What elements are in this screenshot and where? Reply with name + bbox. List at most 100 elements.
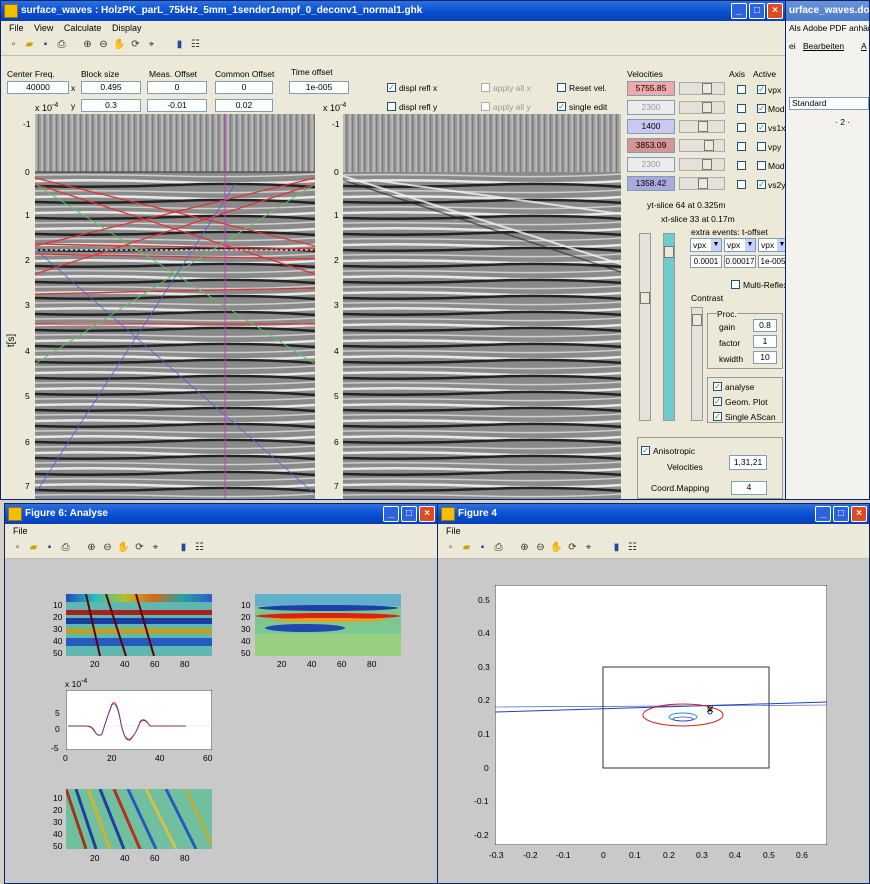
maximize-button[interactable]: □ — [401, 506, 417, 522]
maximize-button[interactable]: □ — [833, 506, 849, 522]
velocity-slider[interactable] — [679, 101, 725, 114]
velocity-slider[interactable] — [679, 139, 725, 152]
slider-thumb[interactable] — [664, 246, 674, 258]
axis-checkbox[interactable] — [737, 104, 746, 113]
displ-refl-y-checkbox[interactable] — [387, 102, 396, 111]
open-folder-icon[interactable]: ▰ — [23, 38, 36, 51]
menu-file[interactable]: File — [13, 526, 28, 536]
zoom-in-icon[interactable]: ⊕ — [81, 38, 94, 51]
analyse-checkbox[interactable]: ✓ — [713, 382, 722, 391]
single-ascan-checkbox[interactable]: ✓ — [713, 412, 722, 421]
menu-file[interactable]: File — [446, 526, 461, 536]
axis-checkbox[interactable] — [737, 161, 746, 170]
figure4-titlebar[interactable]: Figure 4 _ □ × — [438, 504, 869, 524]
active-checkbox[interactable]: ✓ — [757, 104, 766, 113]
extra-event-select-1[interactable]: vpx ▼ — [690, 238, 722, 252]
menu-calculate[interactable]: Calculate — [64, 23, 102, 33]
factor-input[interactable]: 1 — [753, 335, 777, 348]
menu-a[interactable]: A — [861, 41, 867, 51]
anisotropic-checkbox[interactable]: ✓ — [641, 446, 650, 455]
active-checkbox[interactable] — [757, 161, 766, 170]
kwidth-input[interactable]: 10 — [753, 351, 777, 364]
save-icon[interactable]: ▪ — [43, 541, 56, 554]
zoom-out-icon[interactable]: ⊖ — [101, 541, 114, 554]
chevron-down-icon[interactable]: ▼ — [745, 239, 755, 251]
velocity-slider[interactable] — [679, 177, 725, 190]
velocity-input[interactable]: 5755.85 — [627, 81, 675, 96]
zoom-in-icon[interactable]: ⊕ — [518, 541, 531, 554]
geometry-plot[interactable] — [495, 585, 827, 845]
analyse-plot-4[interactable] — [66, 789, 212, 849]
pan-hand-icon[interactable]: ✋ — [117, 541, 130, 554]
menu-view[interactable]: View — [34, 23, 53, 33]
center-freq-input[interactable]: 40000 — [7, 81, 69, 94]
velocity-input[interactable]: 3853.09 — [627, 138, 675, 153]
active-checkbox[interactable]: ✓ — [757, 180, 766, 189]
active-checkbox[interactable] — [757, 142, 766, 151]
slider-thumb[interactable] — [698, 121, 708, 132]
slider-thumb[interactable] — [702, 159, 712, 170]
pan-hand-icon[interactable]: ✋ — [550, 541, 563, 554]
legend-icon[interactable]: ☷ — [189, 38, 202, 51]
meas-offset-x-input[interactable]: 0 — [147, 81, 207, 94]
close-button[interactable]: × — [767, 3, 783, 19]
velocity-slider[interactable] — [679, 82, 725, 95]
slider-thumb[interactable] — [702, 83, 712, 94]
data-cursor-icon[interactable]: ⌖ — [149, 541, 162, 554]
figure6-titlebar[interactable]: Figure 6: Analyse _ □ × — [5, 504, 437, 524]
extra-event-select-2[interactable]: vpx ▼ — [724, 238, 756, 252]
colorbar-icon[interactable]: ▮ — [610, 541, 623, 554]
zoom-out-icon[interactable]: ⊖ — [97, 38, 110, 51]
apply-all-x-checkbox[interactable] — [481, 83, 490, 92]
gain-input[interactable]: 0.8 — [753, 319, 777, 332]
common-offset-y-input[interactable]: 0.02 — [215, 99, 273, 112]
minimize-button[interactable]: _ — [731, 3, 747, 19]
background-window-titlebar[interactable]: urface_waves.do — [785, 1, 869, 21]
ascan-plot[interactable] — [66, 690, 212, 750]
velocity-input[interactable]: 2300 — [627, 100, 675, 115]
open-folder-icon[interactable]: ▰ — [27, 541, 40, 554]
axis-checkbox[interactable] — [737, 85, 746, 94]
slider-thumb[interactable] — [692, 314, 702, 326]
new-file-icon[interactable]: ▫ — [444, 541, 457, 554]
zoom-in-icon[interactable]: ⊕ — [85, 541, 98, 554]
legend-icon[interactable]: ☷ — [193, 541, 206, 554]
menu-ei[interactable]: ei — [789, 41, 796, 51]
velocity-input[interactable]: 1400 — [627, 119, 675, 134]
left-seismic-plot[interactable] — [35, 114, 315, 500]
extra-event-offset-3[interactable]: 1e-005 — [758, 255, 785, 268]
extra-event-offset-1[interactable]: 0.0001 — [690, 255, 722, 268]
active-checkbox[interactable]: ✓ — [757, 123, 766, 132]
contrast-slider[interactable] — [691, 307, 703, 421]
new-file-icon[interactable]: ▫ — [7, 38, 20, 51]
rotate-icon[interactable]: ⟳ — [566, 541, 579, 554]
print-icon[interactable]: ⎙ — [492, 541, 505, 554]
apply-all-y-checkbox[interactable] — [481, 102, 490, 111]
menu-file[interactable]: File — [9, 23, 24, 33]
multi-reflex-checkbox[interactable] — [731, 280, 740, 289]
save-icon[interactable]: ▪ — [39, 38, 52, 51]
analyse-plot-2[interactable] — [255, 594, 401, 656]
data-cursor-icon[interactable]: ⌖ — [582, 541, 595, 554]
geom-plot-checkbox[interactable]: ✓ — [713, 397, 722, 406]
meas-offset-y-input[interactable]: -0.01 — [147, 99, 207, 112]
xt-slice-slider[interactable] — [663, 233, 675, 421]
data-cursor-icon[interactable]: ⌖ — [145, 38, 158, 51]
minimize-button[interactable]: _ — [815, 506, 831, 522]
zoom-out-icon[interactable]: ⊖ — [534, 541, 547, 554]
active-checkbox[interactable]: ✓ — [757, 85, 766, 94]
menu-display[interactable]: Display — [112, 23, 142, 33]
analyse-plot-1[interactable] — [66, 594, 212, 656]
axis-checkbox[interactable] — [737, 180, 746, 189]
axis-checkbox[interactable] — [737, 142, 746, 151]
slider-thumb[interactable] — [640, 292, 650, 304]
extra-event-select-3[interactable]: vpx ▼ — [758, 238, 785, 252]
close-button[interactable]: × — [419, 506, 435, 522]
single-edit-checkbox[interactable]: ✓ — [557, 102, 566, 111]
slider-thumb[interactable] — [704, 140, 714, 151]
axis-checkbox[interactable] — [737, 123, 746, 132]
save-icon[interactable]: ▪ — [476, 541, 489, 554]
main-titlebar[interactable]: surface_waves : HolzPK_parL_75kHz_5mm_1s… — [1, 1, 785, 21]
style-select[interactable]: Standard — [789, 97, 869, 110]
velocity-input[interactable]: 2300 — [627, 157, 675, 172]
